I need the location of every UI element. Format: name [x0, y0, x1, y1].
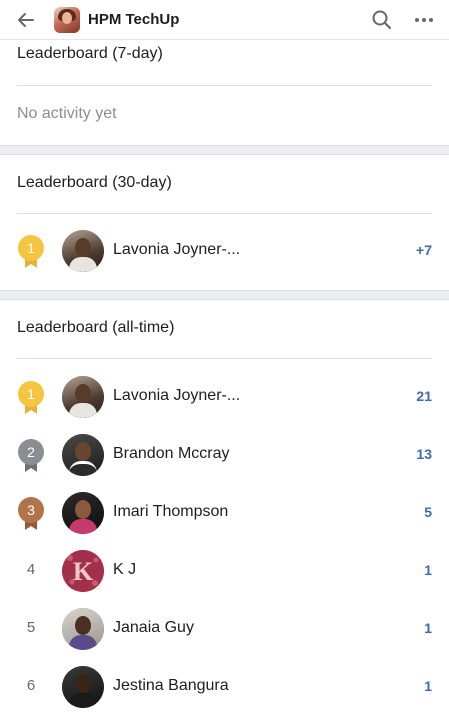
svg-text:3: 3 — [27, 502, 35, 518]
divider — [17, 358, 432, 359]
svg-text:1: 1 — [27, 240, 35, 256]
avatar[interactable] — [62, 492, 104, 534]
points-value: 21 — [416, 388, 432, 404]
leaderboard-row[interactable]: 6 Jestina Bangura 1 — [0, 658, 449, 716]
member-name[interactable]: Jestina Bangura — [113, 677, 229, 695]
leaderboard-row[interactable]: 5 Janaia Guy 1 — [0, 600, 449, 658]
leaderboard-row[interactable]: 4 K K J 1 — [0, 542, 449, 600]
avatar[interactable] — [62, 230, 104, 272]
avatar[interactable]: K — [62, 550, 104, 592]
svg-text:2: 2 — [27, 444, 35, 460]
leaderboard-row[interactable]: 2 Brandon Mccray 13 — [0, 426, 449, 484]
divider — [17, 213, 432, 214]
rank-number: 4 — [26, 561, 36, 578]
avatar[interactable] — [62, 434, 104, 476]
member-name[interactable]: Imari Thompson — [113, 503, 228, 521]
points-value: 1 — [424, 562, 432, 578]
gold-medal-icon: 1 — [18, 381, 44, 414]
member-name[interactable]: Lavonia Joyner-... — [113, 241, 240, 259]
svg-text:K: K — [73, 557, 94, 586]
avatar[interactable] — [62, 608, 104, 650]
points-value: 13 — [416, 446, 432, 462]
search-icon[interactable] — [370, 8, 394, 32]
member-name[interactable]: Brandon Mccray — [113, 445, 230, 463]
group-title[interactable]: HPM TechUp — [88, 11, 179, 28]
letter-k-avatar-icon: K — [62, 550, 104, 592]
member-name[interactable]: K J — [113, 561, 136, 579]
leaderboard-row[interactable]: 3 Imari Thompson 5 — [0, 484, 449, 542]
arrow-left-icon[interactable] — [14, 8, 38, 32]
leaderboard-alltime-title: Leaderboard (all-time) — [17, 319, 175, 336]
group-avatar[interactable] — [54, 7, 80, 33]
avatar[interactable] — [62, 376, 104, 418]
points-value: +7 — [416, 242, 432, 258]
more-dots-icon[interactable] — [412, 8, 436, 32]
avatar[interactable] — [62, 666, 104, 708]
divider — [17, 85, 432, 86]
leaderboard-7day-title: Leaderboard (7-day) — [17, 45, 163, 62]
top-bar: HPM TechUp — [0, 0, 449, 40]
silver-medal-icon: 2 — [18, 439, 44, 472]
leaderboard-row[interactable]: 1 Lavonia Joyner-... +7 — [0, 222, 449, 280]
leaderboard-30day-title: Leaderboard (30-day) — [17, 174, 172, 191]
section-separator — [0, 145, 449, 155]
points-value: 1 — [424, 678, 432, 694]
member-name[interactable]: Janaia Guy — [113, 619, 194, 637]
rank-number: 5 — [26, 619, 36, 636]
gold-medal-icon: 1 — [18, 235, 44, 268]
rank-number: 6 — [26, 677, 36, 694]
member-name[interactable]: Lavonia Joyner-... — [113, 387, 240, 405]
points-value: 5 — [424, 504, 432, 520]
empty-state-text: No activity yet — [17, 105, 117, 122]
points-value: 1 — [424, 620, 432, 636]
svg-text:1: 1 — [27, 386, 35, 402]
bronze-medal-icon: 3 — [18, 497, 44, 530]
section-separator — [0, 290, 449, 300]
leaderboard-row[interactable]: 1 Lavonia Joyner-... 21 — [0, 368, 449, 426]
